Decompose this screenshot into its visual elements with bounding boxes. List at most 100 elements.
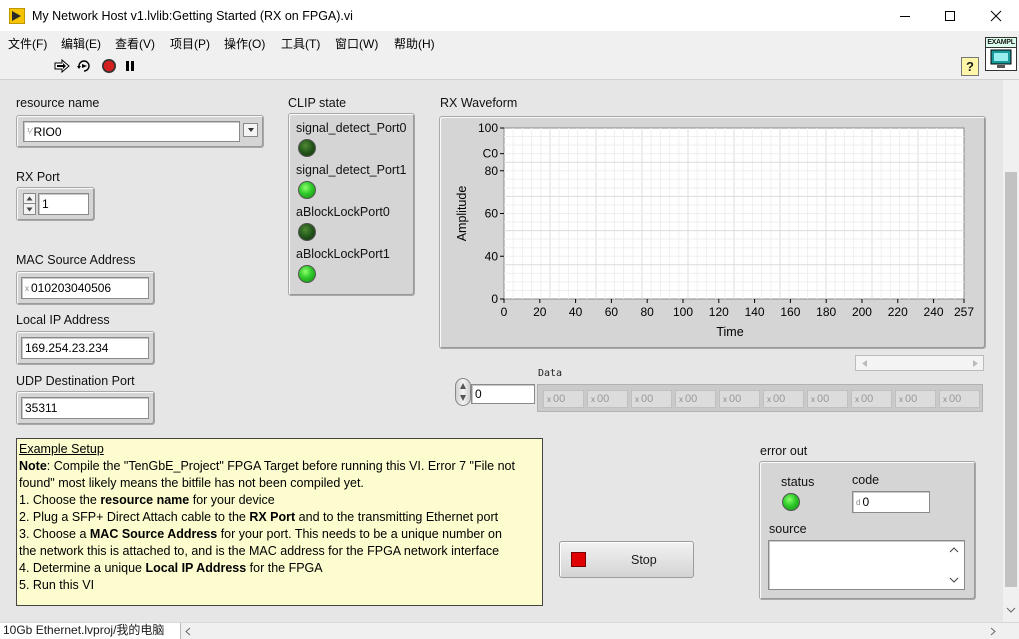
run-button[interactable] <box>54 59 70 73</box>
data-array-element[interactable]: x 00 <box>851 390 892 408</box>
x-tick-label: 220 <box>888 305 908 319</box>
data-array-element[interactable]: x 00 <box>675 390 716 408</box>
y-tick-label: 40 <box>485 249 499 263</box>
vertical-scroll-thumb[interactable] <box>1005 172 1017 587</box>
resource-name-dropdown-button[interactable] <box>243 123 258 137</box>
resource-name-input[interactable]: ⅟ RIO0 <box>23 121 240 142</box>
signal-detect-port0-label: signal_detect_Port0 <box>296 121 407 135</box>
title-bar: My Network Host v1.lvlib:Getting Started… <box>0 0 1019 31</box>
note-body: Note: Compile the "TenGbE_Project" FPGA … <box>19 458 542 594</box>
x-tick-label: 40 <box>569 305 583 319</box>
data-array-value: 00 <box>773 393 786 405</box>
scroll-right-icon[interactable] <box>972 359 980 368</box>
menu-help[interactable]: 帮助(H) <box>394 35 435 52</box>
maximize-button[interactable] <box>927 0 973 31</box>
x-tick-label: 100 <box>673 305 693 319</box>
clip-state-label: CLIP state <box>288 96 347 110</box>
source-scroll-arrows[interactable] <box>948 545 960 585</box>
run-arrow-icon <box>54 59 70 73</box>
x-tick-label: 240 <box>924 305 944 319</box>
close-button[interactable] <box>973 0 1019 31</box>
data-array-element[interactable]: x 00 <box>587 390 628 408</box>
scroll-left-icon[interactable] <box>184 627 192 636</box>
data-array-value: 00 <box>729 393 742 405</box>
rx-port-label: RX Port <box>16 170 60 184</box>
mac-source-input[interactable]: x 010203040506 <box>21 277 149 299</box>
close-icon <box>990 10 1002 21</box>
scroll-left-icon[interactable] <box>860 359 868 368</box>
note-line: 3. Choose a MAC Source Address for your … <box>19 526 542 543</box>
help-icon: ? <box>966 59 974 74</box>
data-array-element[interactable]: x 00 <box>763 390 804 408</box>
menu-file[interactable]: 文件(F) <box>8 35 47 52</box>
vertical-scrollbar[interactable] <box>1003 80 1019 622</box>
array-index-input[interactable]: 0 <box>471 384 535 404</box>
context-help-button[interactable]: ? <box>961 57 979 76</box>
pause-button[interactable] <box>122 59 138 73</box>
local-ip-input[interactable]: 169.254.23.234 <box>21 337 149 359</box>
abort-icon <box>102 59 116 73</box>
error-status-label: status <box>781 475 815 489</box>
menu-project[interactable]: 项目(P) <box>170 35 210 52</box>
abort-button[interactable] <box>101 59 117 73</box>
x-tick-label: 20 <box>533 305 547 319</box>
window-title: My Network Host v1.lvlib:Getting Started… <box>32 9 353 23</box>
rx-port-stepper[interactable] <box>23 193 36 215</box>
array-index-stepper[interactable] <box>455 378 471 406</box>
data-array-element[interactable]: x 00 <box>719 390 760 408</box>
minimize-icon <box>900 15 910 17</box>
signal-detect-port1-led <box>298 181 316 199</box>
data-array-element[interactable]: x 00 <box>939 390 980 408</box>
note-heading: Example Setup <box>19 442 104 456</box>
run-continuously-button[interactable] <box>76 59 92 73</box>
menu-view[interactable]: 查看(V) <box>115 35 155 52</box>
note-text: 3. Choose a <box>19 527 90 541</box>
decrement-arrow-icon <box>26 207 33 211</box>
menu-edit[interactable]: 编辑(E) <box>61 35 101 52</box>
y-axis-label: Amplitude <box>455 186 469 242</box>
rx-port-input[interactable]: 1 <box>38 193 89 215</box>
note-line: 2. Plug a SFP+ Direct Attach cable to th… <box>19 509 542 526</box>
menu-window[interactable]: 窗口(W) <box>335 35 378 52</box>
hex-radix-indicator: x <box>943 394 947 404</box>
y-tick-label: 80 <box>485 164 499 178</box>
menu-operate[interactable]: 操作(O) <box>224 35 265 52</box>
run-continuously-icon <box>77 60 90 72</box>
minimize-button[interactable] <box>882 0 928 31</box>
error-status-led <box>782 493 800 511</box>
scroll-up-icon[interactable] <box>949 547 959 553</box>
note-line: 1. Choose the resource name for your dev… <box>19 492 542 509</box>
y-tick-label: 0 <box>491 292 498 306</box>
note-text: 5. Run this VI <box>19 578 95 592</box>
note-line: 5. Run this VI <box>19 577 542 594</box>
index-arrows-icon <box>460 383 466 401</box>
menu-tools[interactable]: 工具(T) <box>281 35 320 52</box>
data-array-element[interactable]: x 00 <box>895 390 936 408</box>
menu-bar: 文件(F) 编辑(E) 查看(V) 项目(P) 操作(O) 工具(T) 窗口(W… <box>0 31 1019 53</box>
hex-radix-indicator: x <box>679 394 683 404</box>
resource-name-label: resource name <box>16 96 100 110</box>
scroll-down-icon[interactable] <box>1006 606 1016 614</box>
udp-dest-port-input[interactable]: 35311 <box>21 397 149 419</box>
increment-arrow-icon <box>26 196 33 201</box>
scroll-right-icon[interactable] <box>989 627 997 636</box>
data-array-element[interactable]: x 00 <box>631 390 672 408</box>
note-text: for your port. This needs to be a unique… <box>217 527 502 541</box>
error-source-field <box>768 540 965 590</box>
udp-dest-port-label: UDP Destination Port <box>16 374 135 388</box>
y-tick-label: 60 <box>485 207 499 221</box>
project-context-label: 10Gb Ethernet.lvproj/我的电脑 <box>0 623 181 639</box>
y-tick-label: C0 <box>483 147 499 161</box>
error-source-label: source <box>769 522 807 536</box>
ablocklock-port1-led <box>298 265 316 283</box>
stop-button[interactable]: Stop <box>559 541 694 578</box>
io-name-icon: ⅟ <box>27 127 32 136</box>
scroll-down-icon[interactable] <box>949 577 959 583</box>
chart-scrollbar[interactable] <box>855 355 984 371</box>
vi-icon[interactable]: EXAMPL <box>985 37 1017 71</box>
data-array-element[interactable]: x 00 <box>807 390 848 408</box>
data-array-element[interactable]: x 00 <box>543 390 584 408</box>
x-tick-label: 200 <box>852 305 872 319</box>
hex-radix-indicator: x <box>855 394 859 404</box>
local-ip-label: Local IP Address <box>16 313 110 327</box>
